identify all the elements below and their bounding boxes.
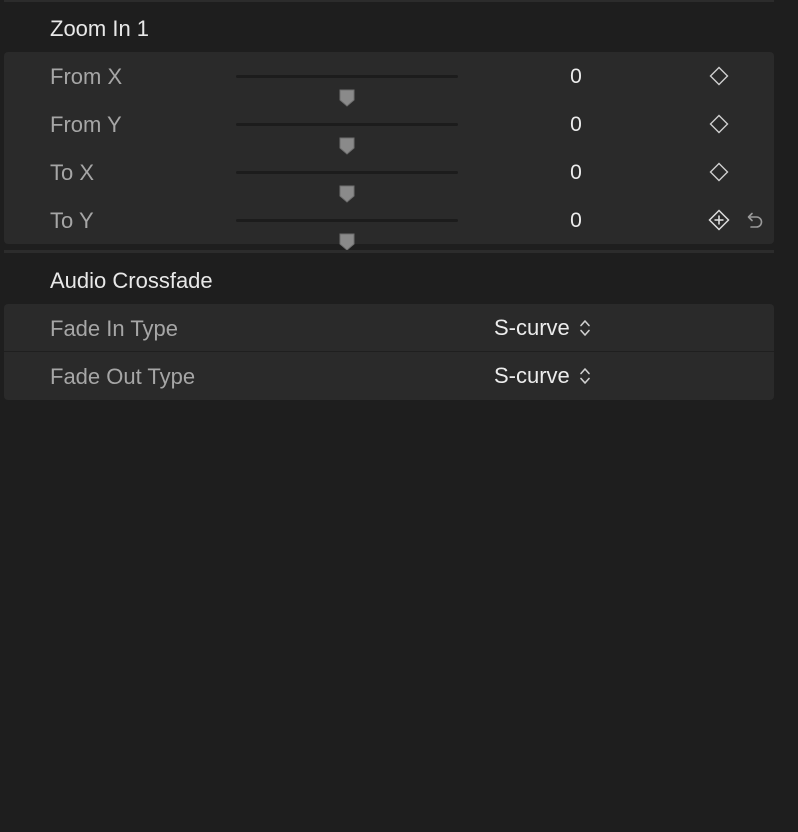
- to-x-slider[interactable]: [236, 171, 458, 203]
- param-row-to-y: To Y 0: [4, 196, 774, 251]
- section-divider: [4, 250, 774, 253]
- fade-in-type-popup[interactable]: S-curve: [494, 315, 592, 341]
- up-down-chevron-icon: [579, 320, 590, 336]
- reset-arrow-icon: [747, 212, 763, 228]
- keyframe-button[interactable]: [708, 113, 730, 135]
- popup-value: S-curve: [494, 363, 570, 388]
- inspector-panel: Zoom In 1 From X 0 From Y 0 To X 0 To Y …: [0, 0, 798, 832]
- param-row-to-x: To X 0: [4, 148, 774, 203]
- param-label: Fade In Type: [50, 316, 179, 341]
- to-y-value[interactable]: 0: [544, 209, 608, 233]
- param-row-fade-out-type: Fade Out Type S-curve: [4, 352, 774, 400]
- keyframe-button[interactable]: [708, 65, 730, 87]
- param-label: To Y: [50, 208, 94, 233]
- from-x-slider[interactable]: [236, 75, 458, 107]
- to-y-slider[interactable]: [236, 219, 458, 251]
- diamond-icon: [709, 66, 729, 86]
- popup-value: S-curve: [494, 315, 570, 340]
- from-y-slider[interactable]: [236, 123, 458, 155]
- param-row-from-x: From X 0: [4, 52, 774, 107]
- to-x-value[interactable]: 0: [544, 161, 608, 185]
- param-row-from-y: From Y 0: [4, 100, 774, 155]
- keyframe-button[interactable]: [708, 161, 730, 183]
- top-divider: [4, 0, 774, 2]
- zoom-section-title: Zoom In 1: [50, 16, 150, 41]
- slider-thumb[interactable]: [338, 233, 356, 251]
- param-label: Fade Out Type: [50, 364, 196, 389]
- audio-section-title: Audio Crossfade: [50, 268, 213, 293]
- diamond-icon: [709, 162, 729, 182]
- audio-parameters-group: Fade In Type S-curve Fade Out Type S-cur…: [4, 304, 774, 400]
- diamond-icon: [709, 114, 729, 134]
- param-label: From Y: [50, 112, 122, 137]
- zoom-parameters-group: From X 0 From Y 0 To X 0 To Y 0: [4, 52, 774, 251]
- from-y-value[interactable]: 0: [544, 113, 608, 137]
- param-row-fade-in-type: Fade In Type S-curve: [4, 304, 774, 352]
- param-label: To X: [50, 160, 95, 185]
- from-x-value[interactable]: 0: [544, 65, 608, 89]
- add-keyframe-button[interactable]: [708, 209, 730, 231]
- param-label: From X: [50, 64, 123, 89]
- reset-button[interactable]: [742, 208, 766, 232]
- up-down-chevron-icon: [579, 368, 590, 384]
- add-keyframe-icon: [708, 209, 730, 231]
- fade-out-type-popup[interactable]: S-curve: [494, 363, 592, 389]
